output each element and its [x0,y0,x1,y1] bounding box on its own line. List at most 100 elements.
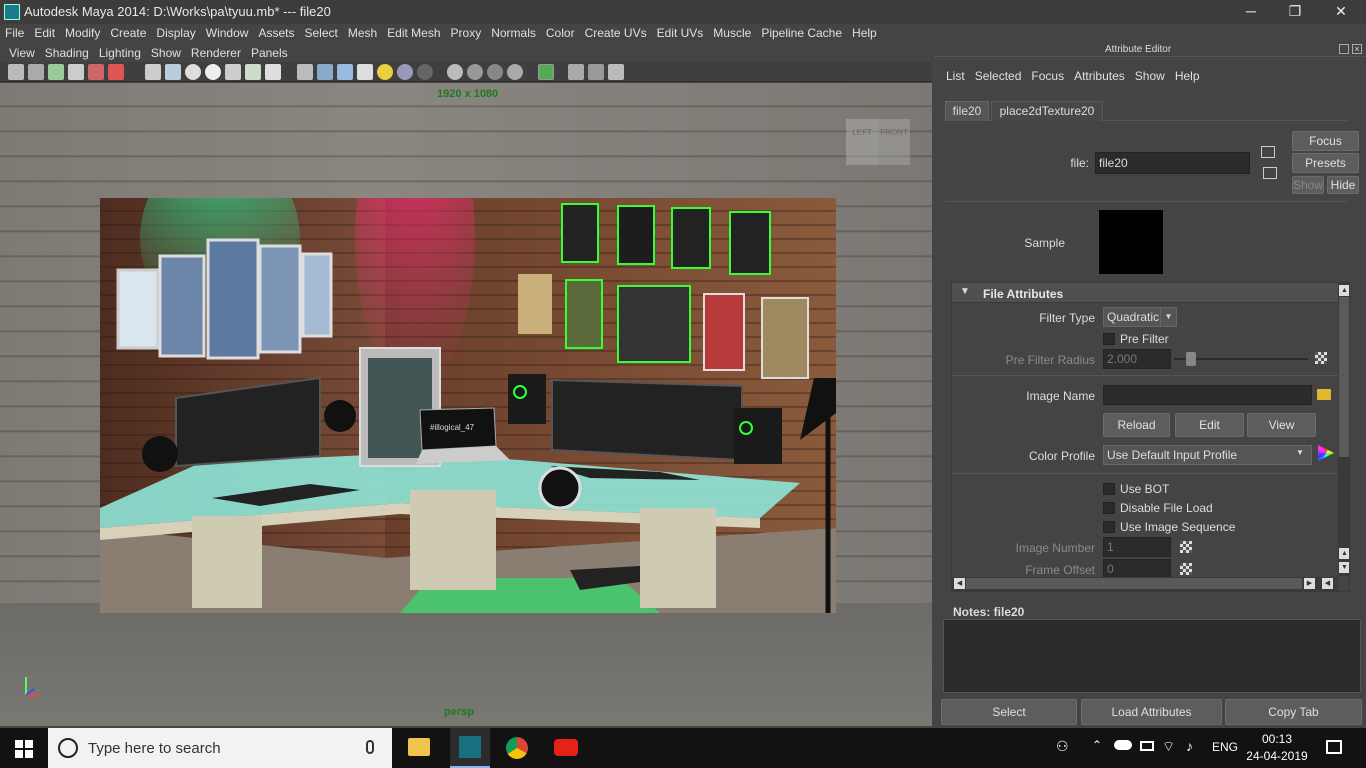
close-panel-icon[interactable]: × [1352,44,1362,54]
chevron-up-icon[interactable]: ⌃ [1092,738,1102,752]
color-profile-dropdown[interactable]: Use Default Input Profile [1103,445,1312,465]
map-button-icon[interactable] [1315,352,1327,364]
scroll-left-arrow-icon[interactable]: ◀ [1322,578,1333,589]
scroll-up-arrow-icon[interactable]: ▲ [1339,548,1349,559]
bookmarks-icon[interactable] [48,64,64,80]
onedrive-icon[interactable] [1114,740,1132,750]
menu-muscle[interactable]: Muscle [708,24,756,42]
menu-display[interactable]: Display [151,24,200,42]
language-indicator[interactable]: ENG [1212,740,1238,754]
maximize-button[interactable]: ❐ [1272,0,1318,24]
vertical-scroll-thumb[interactable] [1339,297,1349,457]
battery-icon[interactable] [1140,741,1154,751]
isolate-select-icon[interactable] [447,64,463,80]
ae-menu-selected[interactable]: Selected [970,67,1027,85]
image-number-field[interactable]: 1 [1103,537,1171,557]
scroll-up-arrow-icon[interactable]: ▲ [1339,285,1349,296]
safe-title-icon[interactable] [265,64,281,80]
filter-type-chevron-down-icon[interactable]: ▼ [1160,307,1177,327]
frame-offset-field[interactable]: 0 [1103,559,1171,579]
file-name-field[interactable]: file20 [1095,152,1250,174]
ae-menu-help[interactable]: Help [1170,67,1205,85]
youtube-icon[interactable] [554,739,578,756]
backface-culling-icon[interactable] [538,64,554,80]
menu-create-uvs[interactable]: Create UVs [580,24,652,42]
edit-button[interactable]: Edit [1175,413,1244,437]
clock-time[interactable]: 00:13 [1248,732,1306,746]
taskbar-search-box[interactable]: Type here to search [48,728,392,768]
filter-type-dropdown[interactable]: Quadratic [1103,307,1161,327]
load-attributes-button[interactable]: Load Attributes [1081,699,1222,725]
menu-create[interactable]: Create [105,24,151,42]
scroll-down-arrow-icon[interactable]: ▼ [1339,562,1349,573]
horizontal-scrollbar[interactable]: ◀ ▶ ◀ [952,577,1338,591]
vertical-scrollbar[interactable]: ▲ ▲ ▼ [1338,283,1349,576]
ae-menu-show[interactable]: Show [1130,67,1170,85]
camera-attributes-icon[interactable] [28,64,44,80]
image-name-field[interactable] [1103,385,1312,405]
maya-taskbar-item[interactable] [450,728,490,768]
minimize-button[interactable]: ─ [1228,0,1274,24]
color-management-icon[interactable] [1318,445,1334,461]
scroll-right-arrow-icon[interactable]: ▶ [1304,578,1315,589]
map-button-icon[interactable] [1180,563,1192,575]
film-gate-icon[interactable] [165,64,181,80]
panel-menu-lighting[interactable]: Lighting [94,44,146,62]
close-button[interactable]: ✕ [1318,0,1364,24]
show-button[interactable]: Show [1292,176,1324,194]
notes-textarea[interactable] [943,619,1361,693]
view-cube[interactable]: LEFT FRONT [846,115,910,165]
perspective-viewport[interactable]: 1920 x 1080 LEFT FRONT #illogical_47 per… [0,83,932,726]
menu-mesh[interactable]: Mesh [343,24,382,42]
use-bot-checkbox[interactable] [1103,483,1115,495]
grease-pencil-icon[interactable] [108,64,124,80]
xray-active-icon[interactable] [487,64,503,80]
xray-joints-icon[interactable] [507,64,523,80]
menu-normals[interactable]: Normals [486,24,541,42]
menu-proxy[interactable]: Proxy [446,24,487,42]
select-button[interactable]: Select [941,699,1077,725]
scroll-left-arrow-icon[interactable]: ◀ [954,578,965,589]
output-connection-icon[interactable] [1263,167,1277,179]
panel-menu-view[interactable]: View [4,44,40,62]
chrome-icon[interactable] [506,737,528,759]
menu-pipeline-cache[interactable]: Pipeline Cache [756,24,847,42]
notifications-icon[interactable] [1326,740,1342,754]
reload-button[interactable]: Reload [1103,413,1170,437]
wifi-icon[interactable]: ⌔ [1162,738,1175,756]
panel-menu-shading[interactable]: Shading [40,44,94,62]
panel-menu-show[interactable]: Show [146,44,186,62]
share-view-icon[interactable] [608,64,624,80]
gate-mask-icon[interactable] [205,64,221,80]
map-button-icon[interactable] [1180,541,1192,553]
menu-edit[interactable]: Edit [29,24,60,42]
input-connection-icon[interactable] [1261,146,1275,158]
float-panel-icon[interactable] [1339,44,1349,54]
tab-file20[interactable]: file20 [945,101,989,121]
menu-edit-uvs[interactable]: Edit UVs [652,24,709,42]
folder-icon[interactable] [1317,389,1331,400]
slider-handle[interactable] [1186,352,1196,366]
tab-place2dtexture20[interactable]: place2dTexture20 [991,101,1103,121]
field-chart-icon[interactable] [225,64,241,80]
xray-icon[interactable] [467,64,483,80]
heads-up-display-icon[interactable] [568,64,584,80]
ae-menu-list[interactable]: List [941,67,970,85]
clock-date[interactable]: 24-04-2019 [1244,749,1310,763]
resolution-gate-icon[interactable] [185,64,201,80]
grid-icon[interactable] [145,64,161,80]
panel-menu-panels[interactable]: Panels [246,44,293,62]
ae-menu-attributes[interactable]: Attributes [1069,67,1130,85]
hide-button[interactable]: Hide [1327,176,1359,194]
file-explorer-icon[interactable] [408,738,430,756]
pre-filter-radius-field[interactable]: 2.000 [1103,349,1171,369]
menu-edit-mesh[interactable]: Edit Mesh [382,24,445,42]
2d-pan-zoom-icon[interactable] [88,64,104,80]
panel-menu-renderer[interactable]: Renderer [186,44,246,62]
menu-file[interactable]: File [0,24,29,42]
shadows-icon[interactable] [397,64,413,80]
microphone-icon[interactable] [366,740,374,754]
pre-filter-checkbox[interactable] [1103,333,1115,345]
menu-select[interactable]: Select [299,24,342,42]
people-icon[interactable]: ⚇ [1056,738,1069,755]
